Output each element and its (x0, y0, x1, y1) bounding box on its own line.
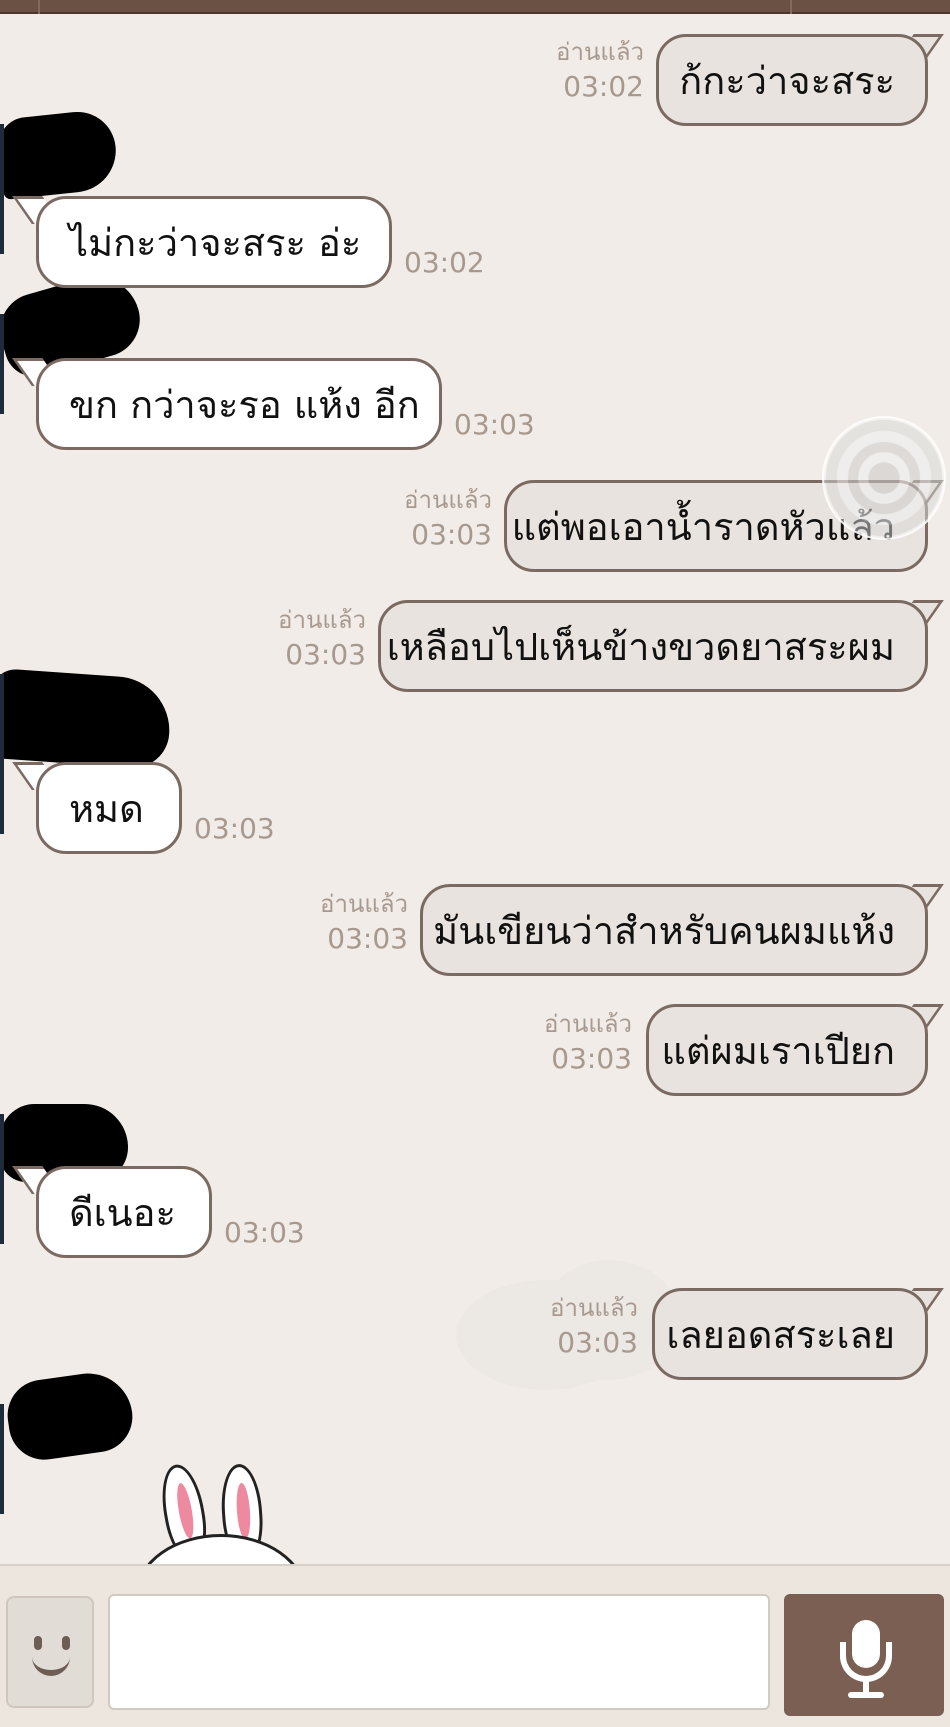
outgoing-message-bubble[interactable]: เหลือบไปเห็นข้างขวดยาสระผม (378, 600, 928, 692)
message-meta: อ่านแล้ว 03:03 (526, 1292, 638, 1362)
message-time: 03:03 (411, 518, 492, 552)
bunny-sticker[interactable] (136, 1461, 306, 1564)
read-receipt: อ่านแล้ว (556, 38, 644, 66)
message-text: ไม่กะว่าจะสระ อ่ะ (69, 220, 362, 265)
mic-base (848, 1692, 884, 1698)
avatar-edge (0, 1114, 4, 1244)
message-time: 03:03 (454, 408, 535, 441)
chat-area[interactable]: อ่านแล้ว 03:02 ก้กะว่าจะสระ ไม่กะว่าจะสร… (0, 14, 950, 1564)
smiley-mouth (32, 1654, 70, 1676)
input-bar (0, 1564, 950, 1727)
message-text: ก้กะว่าจะสระ (679, 58, 895, 103)
message-text: หมด (69, 786, 144, 831)
message-time: 03:02 (563, 70, 644, 104)
message-input[interactable] (108, 1594, 770, 1710)
message-text: เลยอดสระเลย (666, 1312, 895, 1357)
message-time: 03:03 (551, 1042, 632, 1076)
incoming-message-bubble[interactable]: ดีเนอะ (36, 1166, 212, 1258)
message-meta: อ่านแล้ว 03:03 (380, 484, 492, 554)
message-time: 03:03 (224, 1216, 305, 1249)
message-meta: อ่านแล้ว 03:02 (540, 36, 644, 106)
outgoing-message-bubble[interactable]: เลยอดสระเลย (652, 1288, 928, 1380)
message-text: มันเขียนว่าสำหรับคนผมแห้ง (433, 908, 895, 953)
message-time: 03:02 (404, 246, 485, 279)
avatar-edge (0, 1404, 4, 1514)
message-time: 03:03 (327, 922, 408, 956)
outgoing-message-bubble[interactable]: แต่ผมเราเปียก (646, 1004, 928, 1096)
microphone-icon[interactable] (784, 1594, 944, 1716)
incoming-message-bubble[interactable]: หมด (36, 762, 182, 854)
incoming-message-bubble[interactable]: ขก กว่าจะรอ แห้ง อีก (36, 358, 442, 450)
message-meta: อ่านแล้ว 03:03 (290, 888, 408, 958)
top-bar-divider (38, 0, 40, 14)
message-text: ดีเนอะ (69, 1190, 176, 1235)
avatar-edge (0, 674, 4, 834)
read-receipt: อ่านแล้ว (544, 1010, 632, 1038)
smiley-eye (62, 1636, 70, 1650)
message-time: 03:03 (285, 638, 366, 672)
avatar-edge (0, 314, 4, 414)
read-receipt: อ่านแล้ว (550, 1294, 638, 1322)
message-text: เหลือบไปเห็นข้างขวดยาสระผม (386, 624, 895, 669)
redacted-avatar (0, 667, 173, 771)
message-time: 03:03 (194, 812, 275, 845)
smiley-icon[interactable] (6, 1596, 94, 1708)
message-text: ขก กว่าจะรอ แห้ง อีก (69, 382, 420, 427)
avatar-edge (0, 124, 4, 254)
outgoing-message-bubble[interactable]: ก้กะว่าจะสระ (656, 34, 928, 126)
bunny-head (136, 1534, 306, 1564)
read-receipt: อ่านแล้ว (278, 606, 366, 634)
floating-assistive-button[interactable] (822, 416, 946, 540)
read-receipt: อ่านแล้ว (320, 890, 408, 918)
redacted-avatar (0, 108, 120, 200)
read-receipt: อ่านแล้ว (404, 486, 492, 514)
incoming-message-bubble[interactable]: ไม่กะว่าจะสระ อ่ะ (36, 196, 392, 288)
bunny-ear-inner (234, 1482, 252, 1540)
message-text: แต่ผมเราเปียก (661, 1028, 895, 1073)
bunny-ear-inner (174, 1482, 197, 1540)
message-meta: อ่านแล้ว 03:03 (520, 1008, 632, 1078)
outgoing-message-bubble[interactable]: มันเขียนว่าสำหรับคนผมแห้ง (420, 884, 928, 976)
message-time: 03:03 (557, 1326, 638, 1360)
top-bar (0, 0, 950, 14)
top-bar-divider (790, 0, 792, 14)
smiley-eye (34, 1636, 42, 1650)
redacted-avatar (3, 1367, 137, 1465)
message-meta: อ่านแล้ว 03:03 (250, 604, 366, 674)
mic-arc (840, 1642, 892, 1682)
